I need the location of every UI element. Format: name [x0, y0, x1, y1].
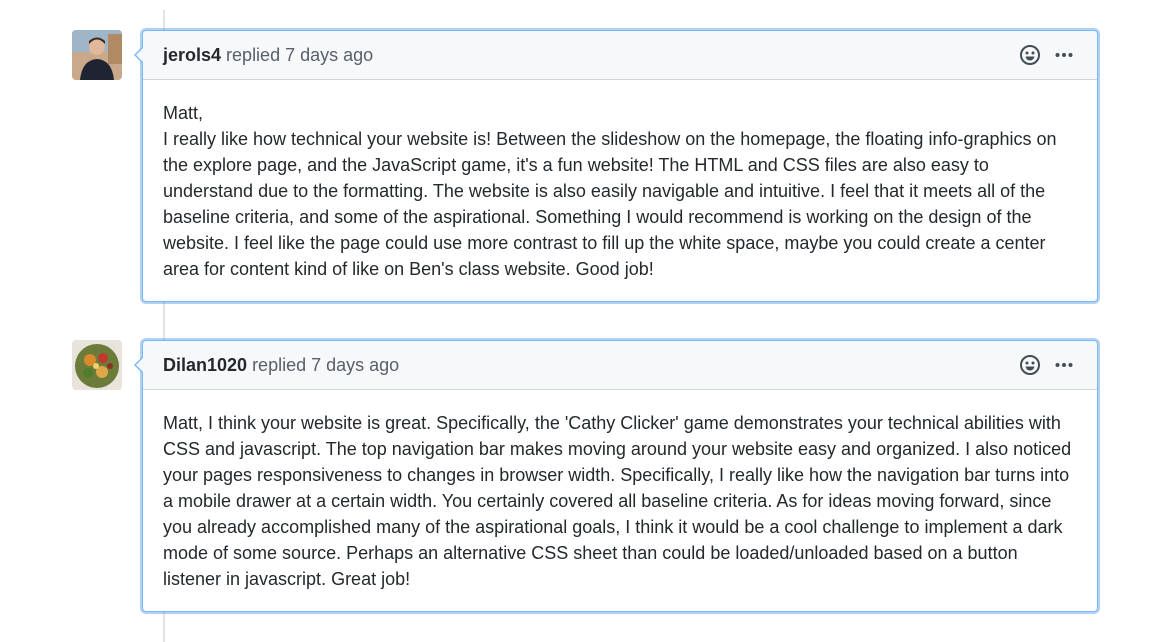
comment-header: Dilan1020 replied 7 days ago: [143, 341, 1097, 390]
author-link[interactable]: Dilan1020: [163, 355, 247, 376]
comment-body: Matt, I really like how technical your w…: [163, 103, 1057, 279]
avatar[interactable]: [72, 30, 122, 80]
smiley-icon: [1020, 45, 1040, 65]
more-options-button[interactable]: [1053, 44, 1075, 66]
add-reaction-button[interactable]: [1019, 44, 1041, 66]
comment-meta: replied 7 days ago: [252, 355, 399, 376]
author-link[interactable]: jerols4: [163, 45, 221, 66]
food-bowl-avatar-icon: [72, 340, 122, 390]
smiley-icon: [1020, 355, 1040, 375]
comment-meta: replied 7 days ago: [226, 45, 373, 66]
comment-body: Matt, I think your website is great. Spe…: [163, 413, 1077, 589]
more-options-button[interactable]: [1053, 354, 1075, 376]
action-text: replied: [252, 354, 307, 375]
kebab-horizontal-icon: [1055, 363, 1073, 367]
comment-box: Dilan1020 replied 7 days ago Matt, I thi…: [134, 340, 1098, 612]
timestamp-link[interactable]: 7 days ago: [285, 45, 373, 65]
comment-actions: [1019, 44, 1075, 66]
avatar[interactable]: [72, 340, 122, 390]
user-photo-avatar-icon: [72, 30, 122, 80]
action-text: replied: [226, 44, 281, 65]
timestamp-link[interactable]: 7 days ago: [311, 355, 399, 375]
comment-header: jerols4 replied 7 days ago: [143, 31, 1097, 80]
add-reaction-button[interactable]: [1019, 354, 1041, 376]
kebab-horizontal-icon: [1055, 53, 1073, 57]
comment-actions: [1019, 354, 1075, 376]
comment-box: jerols4 replied 7 days ago Matt, I reall…: [134, 30, 1098, 302]
